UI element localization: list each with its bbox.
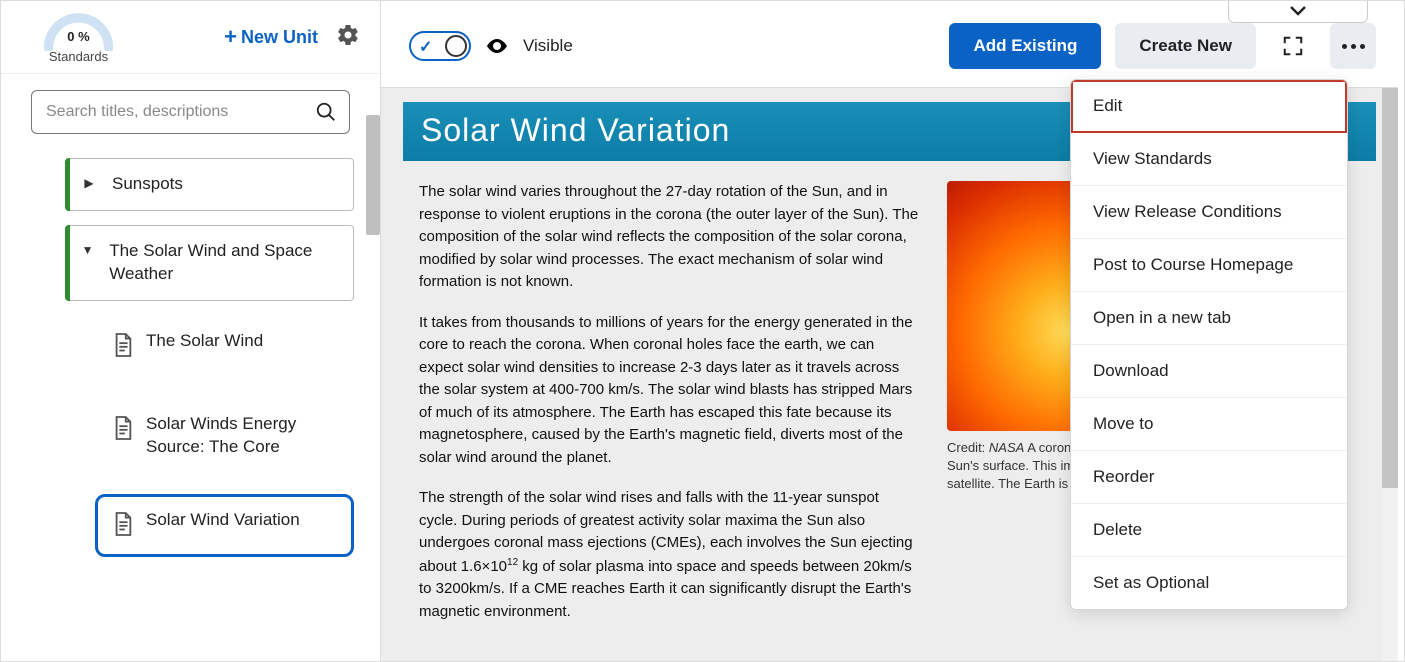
visibility-label: Visible <box>523 36 573 56</box>
topic-solar-wind-variation[interactable]: Solar Wind Variation <box>95 494 354 557</box>
unit-tree: ▶ Sunspots ▼ The Solar Wind and Space We… <box>1 144 380 587</box>
check-icon: ✓ <box>419 37 432 57</box>
more-actions-menu: Edit View Standards View Release Conditi… <box>1070 79 1348 610</box>
document-icon <box>112 332 134 363</box>
document-icon <box>112 415 134 446</box>
more-actions-button[interactable] <box>1330 23 1376 69</box>
menu-item-view-standards[interactable]: View Standards <box>1071 133 1347 186</box>
sidebar: 0 % Standards + New Unit ▶ Sunspots <box>1 1 381 661</box>
toggle-knob <box>445 35 467 57</box>
topic-title: The Solar Wind <box>146 330 263 353</box>
topic-title: Solar Wind Variation <box>146 509 300 532</box>
unit-sunspots[interactable]: ▶ Sunspots <box>65 158 354 211</box>
collapse-toolbar-button[interactable] <box>1228 1 1368 23</box>
settings-button[interactable] <box>336 23 360 52</box>
unit-solar-wind-space-weather[interactable]: ▼ The Solar Wind and Space Weather <box>65 225 354 301</box>
search-input[interactable] <box>44 102 315 122</box>
paragraph: The solar wind varies throughout the 27-… <box>419 181 919 294</box>
sidebar-scroll-thumb[interactable] <box>366 115 380 235</box>
main-panel: ✓ Visible Add Existing Create New Solar … <box>381 1 1404 661</box>
content-scrollbar[interactable] <box>1382 88 1398 661</box>
gear-icon <box>336 23 360 47</box>
paragraph: The strength of the solar wind rises and… <box>419 487 919 623</box>
paragraph: It takes from thousands to millions of y… <box>419 312 919 470</box>
unit-title: The Solar Wind and Space Weather <box>109 240 339 286</box>
caption-credit-name: NASA <box>989 440 1024 455</box>
menu-item-set-as-optional[interactable]: Set as Optional <box>1071 557 1347 609</box>
content-scroll-thumb[interactable] <box>1382 88 1398 488</box>
add-existing-button[interactable]: Add Existing <box>949 23 1101 69</box>
create-new-button[interactable]: Create New <box>1115 23 1256 69</box>
sidebar-scrollbar[interactable] <box>366 91 380 661</box>
menu-item-open-new-tab[interactable]: Open in a new tab <box>1071 292 1347 345</box>
caption-credit-label: Credit: <box>947 440 989 455</box>
search-icon <box>315 101 337 123</box>
eye-icon <box>485 34 509 58</box>
menu-item-download[interactable]: Download <box>1071 345 1347 398</box>
search-input-container[interactable] <box>31 90 350 134</box>
topic-solar-winds-energy-source[interactable]: Solar Winds Energy Source: The Core <box>95 398 354 474</box>
chevron-down-icon <box>1289 4 1307 16</box>
menu-item-view-release-conditions[interactable]: View Release Conditions <box>1071 186 1347 239</box>
standards-percent: 0 % <box>41 29 116 44</box>
menu-item-move-to[interactable]: Move to <box>1071 398 1347 451</box>
plus-icon: + <box>224 24 237 50</box>
sidebar-header: 0 % Standards + New Unit <box>1 1 380 74</box>
chevron-right-icon: ▶ <box>80 176 98 190</box>
menu-item-reorder[interactable]: Reorder <box>1071 451 1347 504</box>
app-root: 0 % Standards + New Unit ▶ Sunspots <box>0 0 1405 662</box>
unit-title: Sunspots <box>112 173 183 196</box>
expand-icon <box>1282 35 1304 57</box>
menu-item-post-to-course-homepage[interactable]: Post to Course Homepage <box>1071 239 1347 292</box>
menu-item-delete[interactable]: Delete <box>1071 504 1347 557</box>
chevron-down-icon: ▼ <box>80 243 95 257</box>
visibility-toggle[interactable]: ✓ <box>409 31 471 61</box>
fullscreen-button[interactable] <box>1270 23 1316 69</box>
topic-the-solar-wind[interactable]: The Solar Wind <box>95 315 354 378</box>
topic-title: Solar Winds Energy Source: The Core <box>146 413 337 459</box>
document-icon <box>112 511 134 542</box>
standards-gauge[interactable]: 0 % Standards <box>41 11 116 63</box>
more-icon <box>1342 44 1365 49</box>
new-unit-label: New Unit <box>241 27 318 48</box>
standards-label: Standards <box>41 49 116 64</box>
menu-item-edit[interactable]: Edit <box>1071 80 1347 133</box>
search-wrap <box>1 74 380 144</box>
superscript: 12 <box>507 557 518 568</box>
new-unit-button[interactable]: + New Unit <box>224 24 318 50</box>
page-text: The solar wind varies throughout the 27-… <box>419 181 919 641</box>
